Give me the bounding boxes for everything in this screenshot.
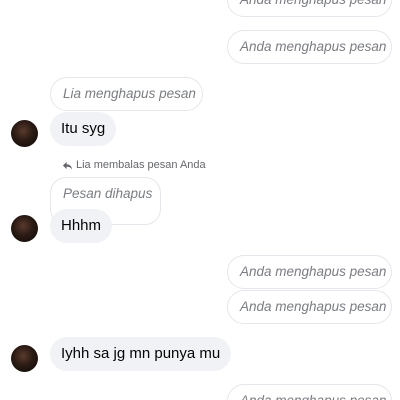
reply-indicator-text: Lia membalas pesan Anda	[76, 159, 206, 171]
incoming-deleted-message[interactable]: Lia menghapus pesan	[50, 77, 203, 111]
incoming-message[interactable]: Iyhh sa jg mn punya mu	[50, 337, 232, 371]
contact-avatar[interactable]	[11, 215, 38, 242]
contact-avatar[interactable]	[11, 120, 38, 147]
reply-arrow-icon	[62, 161, 73, 170]
incoming-message[interactable]: Hhhm	[50, 209, 113, 243]
incoming-message[interactable]: Itu syg	[50, 112, 117, 146]
chat-thread[interactable]: Anda menghapus pesan Anda menghapus pesa…	[0, 0, 400, 400]
sent-deleted-message[interactable]: Anda menghapus pesan	[227, 255, 392, 289]
reply-indicator: Lia membalas pesan Anda	[62, 159, 206, 171]
sent-deleted-message[interactable]: Anda menghapus pesan	[227, 290, 392, 324]
sent-deleted-message[interactable]: Anda menghapus pesan	[227, 30, 392, 64]
contact-avatar[interactable]	[11, 345, 38, 372]
sent-deleted-message[interactable]: Anda menghapus pesan	[227, 0, 392, 17]
sent-deleted-message[interactable]: Anda menghapus pesan	[227, 384, 392, 400]
